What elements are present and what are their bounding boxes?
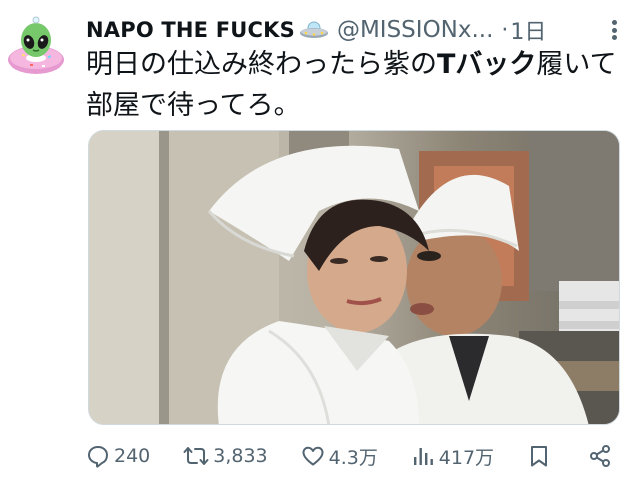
tweet-media-photo[interactable]: [88, 130, 620, 425]
view-count: 417万: [438, 446, 495, 469]
retweet-button[interactable]: 3,833: [183, 444, 268, 468]
avatar[interactable]: [4, 14, 68, 78]
display-name[interactable]: NAPO THE FUCKS: [86, 18, 295, 42]
reply-icon: [88, 446, 108, 468]
separator-dot: ·: [501, 17, 509, 43]
handle[interactable]: @MISSIONx...: [337, 17, 493, 43]
reply-button[interactable]: 240: [86, 444, 150, 468]
more-icon[interactable]: [608, 18, 620, 42]
tweet-text-line-2: 部屋で待ってろ。: [86, 90, 301, 121]
views-button[interactable]: 417万: [411, 443, 494, 470]
tweet-text-bold: Tバック: [437, 49, 537, 80]
reply-count: 240: [114, 445, 151, 467]
kitchen-photo: [89, 131, 619, 424]
retweet-count: 3,833: [213, 445, 268, 467]
action-bar: 240 3,833 4.3万 417万: [86, 436, 616, 476]
tweet: NAPO THE FUCKS @MISSIONx... · 1日 明日の仕込み終…: [0, 0, 640, 488]
like-count: 4.3万: [328, 446, 378, 469]
share-button[interactable]: [588, 444, 616, 468]
tweet-text-part-3: 履いて: [536, 49, 617, 80]
tweet-text: 明日の仕込み終わったら紫のTバック履いて 部屋で待ってろ。: [86, 44, 626, 126]
tweet-header: NAPO THE FUCKS @MISSIONx... · 1日: [86, 14, 620, 46]
retweet-icon: [183, 447, 209, 465]
tweet-text-part-1: 明日の仕込み終わったら紫の: [86, 49, 437, 80]
alien-donut-icon: [4, 14, 68, 78]
tweet-text-line-1: 明日の仕込み終わったら紫のTバック履いて: [86, 44, 626, 85]
views-icon: [413, 448, 433, 465]
ufo-icon: [299, 21, 328, 38]
like-button[interactable]: 4.3万: [301, 443, 378, 470]
share-icon: [590, 445, 610, 467]
timestamp[interactable]: 1日: [510, 14, 546, 46]
heart-icon: [302, 446, 324, 466]
bookmark-icon: [531, 446, 548, 467]
bookmark-button[interactable]: [527, 444, 555, 468]
